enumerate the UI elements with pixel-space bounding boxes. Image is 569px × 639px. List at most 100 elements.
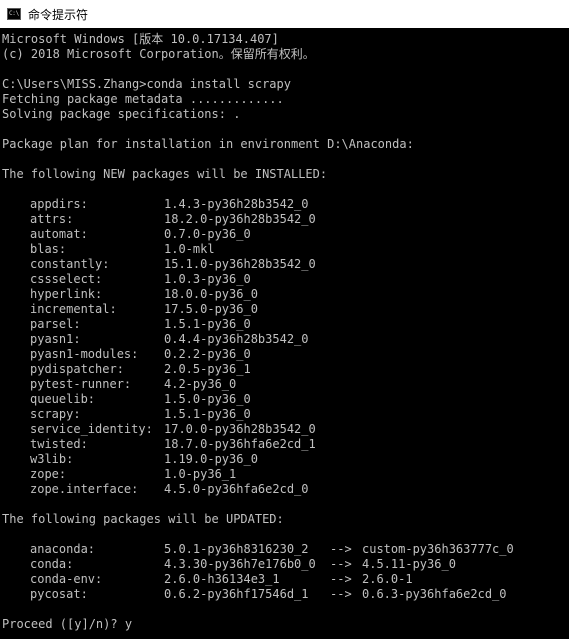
package-version: 17.5.0-py36_0 (164, 302, 258, 316)
new-package-row: constantly: 15.1.0-py36h28b3542_0 (0, 257, 569, 272)
package-name: attrs: (30, 212, 74, 226)
package-name: constantly: (30, 257, 110, 271)
updated-package-row: conda: 4.3.30-py36h7e176b0_0 --> 4.5.11-py3… (0, 557, 569, 572)
package-name: twisted: (30, 437, 88, 451)
package-name: automat: (30, 227, 88, 241)
updated-package-row: anaconda: 5.0.1-py36h8316230_2 --> custom-p… (0, 542, 569, 557)
package-version: 2.0.5-py36_1 (164, 362, 251, 376)
new-package-row: pytest-runner: 4.2-py36_0 (0, 377, 569, 392)
header-line: (c) 2018 Microsoft Corporation。保留所有权利。 (2, 47, 315, 61)
package-version: 18.0.0-py36_0 (164, 287, 258, 301)
new-package-row: pydispatcher: 2.0.5-py36_1 (0, 362, 569, 377)
new-package-row: w3lib: 1.19.0-py36_0 (0, 452, 569, 467)
command-prompt-icon-glyph: C:\ (9, 10, 19, 17)
package-name: appdirs: (30, 197, 88, 211)
package-name: incremental: (30, 302, 117, 316)
header-line: Microsoft Windows [版本 10.0.17134.407] (2, 32, 279, 46)
command-line: C:\Users\MISS.Zhang>conda install scrapy (2, 77, 291, 91)
updated-package-row: pycosat: 0.6.2-py36hf17546d_1 --> 0.6.3-py3… (0, 587, 569, 602)
new-package-row: attrs: 18.2.0-py36h28b3542_0 (0, 212, 569, 227)
package-version: 1.19.0-py36_0 (164, 452, 258, 466)
package-old-version: 5.0.1-py36h8316230_2 (164, 542, 309, 556)
package-name: queuelib: (30, 392, 96, 406)
package-old-version: 0.6.2-py36hf17546d_1 (164, 587, 309, 601)
window-title: 命令提示符 (28, 7, 89, 22)
new-package-row: automat: 0.7.0-py36_0 (0, 227, 569, 242)
new-package-row: cssselect: 1.0.3-py36_0 (0, 272, 569, 287)
package-new-version: 0.6.3-py36hfa6e2cd_0 (362, 587, 507, 601)
new-package-row: zope: 1.0-py36_1 (0, 467, 569, 482)
package-name: cssselect: (30, 272, 103, 286)
package-version: 18.2.0-py36h28b3542_0 (164, 212, 316, 226)
solving-line: Solving package specifications: . (2, 107, 241, 121)
package-version: 18.7.0-py36hfa6e2cd_1 (164, 437, 316, 451)
command-prompt-window: C:\ 命令提示符 Microsoft Windows [版本 10.0.171… (0, 0, 569, 639)
package-old-version: 2.6.0-h36134e3_1 (164, 572, 280, 586)
new-package-row: zope.interface: 4.5.0-py36hfa6e2cd_0 (0, 482, 569, 497)
console-output[interactable]: Microsoft Windows [版本 10.0.17134.407] (c… (0, 30, 569, 639)
package-name: pycosat: (30, 587, 88, 601)
new-package-row: twisted: 18.7.0-py36hfa6e2cd_1 (0, 437, 569, 452)
package-version: 1.5.1-py36_0 (164, 317, 251, 331)
package-version: 1.0.3-py36_0 (164, 272, 251, 286)
new-package-row: hyperlink: 18.0.0-py36_0 (0, 287, 569, 302)
package-new-version: custom-py36h363777c_0 (362, 542, 514, 556)
update-arrow: --> (330, 587, 352, 601)
package-name: parsel: (30, 317, 81, 331)
package-name: hyperlink: (30, 287, 103, 301)
package-name: zope.interface: (30, 482, 139, 496)
new-package-row: pyasn1: 0.4.4-py36h28b3542_0 (0, 332, 569, 347)
update-arrow: --> (330, 572, 352, 586)
new-packages-heading: The following NEW packages will be INSTA… (2, 167, 328, 181)
package-name: conda-env: (30, 572, 103, 586)
package-name: w3lib: (30, 452, 74, 466)
new-package-row: scrapy: 1.5.1-py36_0 (0, 407, 569, 422)
package-new-version: 2.6.0-1 (362, 572, 413, 586)
updated-packages-heading: The following packages will be UPDATED: (2, 512, 284, 526)
package-version: 0.4.4-py36h28b3542_0 (164, 332, 309, 346)
package-name: service_identity: (30, 422, 153, 436)
update-arrow: --> (330, 542, 352, 556)
package-name: pyasn1-modules: (30, 347, 139, 361)
new-package-row: pyasn1-modules: 0.2.2-py36_0 (0, 347, 569, 362)
package-version: 15.1.0-py36h28b3542_0 (164, 257, 316, 271)
new-package-row: service_identity: 17.0.0-py36h28b3542_0 (0, 422, 569, 437)
new-package-row: blas: 1.0-mkl (0, 242, 569, 257)
package-version: 4.5.0-py36hfa6e2cd_0 (164, 482, 309, 496)
package-version: 4.2-py36_0 (164, 377, 237, 391)
proceed-prompt[interactable]: Proceed ([y]/n)? y (0, 617, 569, 632)
package-name: blas: (30, 242, 67, 256)
package-version: 0.2.2-py36_0 (164, 347, 251, 361)
package-plan-line: Package plan for installation in environ… (2, 137, 414, 151)
command-prompt-icon: C:\ (7, 8, 21, 20)
title-bar[interactable]: C:\ 命令提示符 (0, 0, 569, 28)
package-name: pyasn1: (30, 332, 81, 346)
new-package-row: queuelib: 1.5.0-py36_0 (0, 392, 569, 407)
update-arrow: --> (330, 557, 352, 571)
package-name: pytest-runner: (30, 377, 132, 391)
package-version: 0.7.0-py36_0 (164, 227, 251, 241)
new-package-row: incremental: 17.5.0-py36_0 (0, 302, 569, 317)
package-name: scrapy: (30, 407, 81, 421)
package-name: pydispatcher: (30, 362, 124, 376)
package-version: 1.0-mkl (164, 242, 215, 256)
package-version: 1.4.3-py36h28b3542_0 (164, 197, 309, 211)
package-name: zope: (30, 467, 67, 481)
new-package-row: appdirs: 1.4.3-py36h28b3542_0 (0, 197, 569, 212)
package-version: 1.5.1-py36_0 (164, 407, 251, 421)
fetching-line: Fetching package metadata ............. (2, 92, 284, 106)
package-old-version: 4.3.30-py36h7e176b0_0 (164, 557, 316, 571)
package-version: 1.5.0-py36_0 (164, 392, 251, 406)
package-version: 1.0-py36_1 (164, 467, 237, 481)
package-new-version: 4.5.11-py36_0 (362, 557, 456, 571)
updated-package-row: conda-env: 2.6.0-h36134e3_1 --> 2.6.0-1 (0, 572, 569, 587)
package-name: conda: (30, 557, 74, 571)
new-packages-list: appdirs: 1.4.3-py36h28b3542_0 attrs: 18.2.0… (0, 197, 569, 497)
